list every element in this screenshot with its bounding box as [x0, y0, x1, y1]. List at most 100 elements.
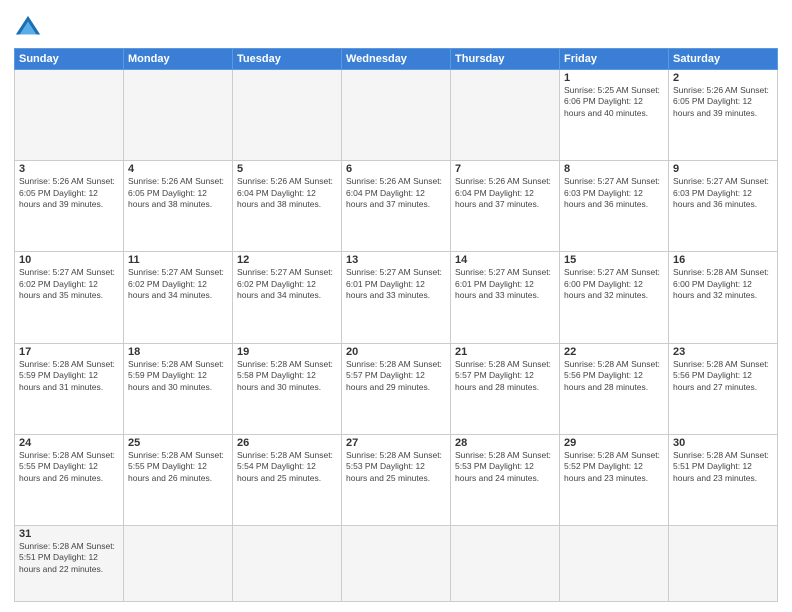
- calendar-cell: [342, 70, 451, 161]
- day-info: Sunrise: 5:27 AM Sunset: 6:01 PM Dayligh…: [346, 267, 446, 301]
- calendar-cell: 21Sunrise: 5:28 AM Sunset: 5:57 PM Dayli…: [451, 343, 560, 434]
- day-info: Sunrise: 5:27 AM Sunset: 6:03 PM Dayligh…: [564, 176, 664, 210]
- day-header-saturday: Saturday: [669, 49, 778, 70]
- calendar-week-row: 3Sunrise: 5:26 AM Sunset: 6:05 PM Daylig…: [15, 161, 778, 252]
- day-info: Sunrise: 5:28 AM Sunset: 6:00 PM Dayligh…: [673, 267, 773, 301]
- calendar-week-row: 31Sunrise: 5:28 AM Sunset: 5:51 PM Dayli…: [15, 525, 778, 601]
- calendar-cell: [233, 70, 342, 161]
- day-info: Sunrise: 5:28 AM Sunset: 5:55 PM Dayligh…: [19, 450, 119, 484]
- day-info: Sunrise: 5:27 AM Sunset: 6:02 PM Dayligh…: [128, 267, 228, 301]
- calendar-week-row: 17Sunrise: 5:28 AM Sunset: 5:59 PM Dayli…: [15, 343, 778, 434]
- calendar-cell: 5Sunrise: 5:26 AM Sunset: 6:04 PM Daylig…: [233, 161, 342, 252]
- calendar-cell: [669, 525, 778, 601]
- calendar-cell: 28Sunrise: 5:28 AM Sunset: 5:53 PM Dayli…: [451, 434, 560, 525]
- day-info: Sunrise: 5:27 AM Sunset: 6:01 PM Dayligh…: [455, 267, 555, 301]
- day-header-thursday: Thursday: [451, 49, 560, 70]
- calendar-cell: 24Sunrise: 5:28 AM Sunset: 5:55 PM Dayli…: [15, 434, 124, 525]
- day-number: 2: [673, 72, 773, 84]
- calendar-week-row: 24Sunrise: 5:28 AM Sunset: 5:55 PM Dayli…: [15, 434, 778, 525]
- day-number: 30: [673, 437, 773, 449]
- day-number: 25: [128, 437, 228, 449]
- calendar-cell: 13Sunrise: 5:27 AM Sunset: 6:01 PM Dayli…: [342, 252, 451, 343]
- day-number: 9: [673, 163, 773, 175]
- calendar-cell: 25Sunrise: 5:28 AM Sunset: 5:55 PM Dayli…: [124, 434, 233, 525]
- day-number: 1: [564, 72, 664, 84]
- calendar-cell: 7Sunrise: 5:26 AM Sunset: 6:04 PM Daylig…: [451, 161, 560, 252]
- day-info: Sunrise: 5:28 AM Sunset: 5:53 PM Dayligh…: [455, 450, 555, 484]
- day-number: 8: [564, 163, 664, 175]
- day-info: Sunrise: 5:27 AM Sunset: 6:00 PM Dayligh…: [564, 267, 664, 301]
- page: SundayMondayTuesdayWednesdayThursdayFrid…: [0, 0, 792, 612]
- day-info: Sunrise: 5:28 AM Sunset: 5:56 PM Dayligh…: [673, 359, 773, 393]
- calendar-cell: 26Sunrise: 5:28 AM Sunset: 5:54 PM Dayli…: [233, 434, 342, 525]
- day-number: 3: [19, 163, 119, 175]
- calendar-cell: 30Sunrise: 5:28 AM Sunset: 5:51 PM Dayli…: [669, 434, 778, 525]
- day-number: 18: [128, 346, 228, 358]
- calendar-cell: 3Sunrise: 5:26 AM Sunset: 6:05 PM Daylig…: [15, 161, 124, 252]
- day-number: 5: [237, 163, 337, 175]
- calendar-cell: 29Sunrise: 5:28 AM Sunset: 5:52 PM Dayli…: [560, 434, 669, 525]
- day-number: 7: [455, 163, 555, 175]
- calendar-cell: 1Sunrise: 5:25 AM Sunset: 6:06 PM Daylig…: [560, 70, 669, 161]
- day-info: Sunrise: 5:28 AM Sunset: 5:59 PM Dayligh…: [128, 359, 228, 393]
- calendar-cell: [451, 525, 560, 601]
- day-number: 19: [237, 346, 337, 358]
- day-info: Sunrise: 5:28 AM Sunset: 5:57 PM Dayligh…: [455, 359, 555, 393]
- calendar-cell: 22Sunrise: 5:28 AM Sunset: 5:56 PM Dayli…: [560, 343, 669, 434]
- calendar-cell: 19Sunrise: 5:28 AM Sunset: 5:58 PM Dayli…: [233, 343, 342, 434]
- calendar-cell: 15Sunrise: 5:27 AM Sunset: 6:00 PM Dayli…: [560, 252, 669, 343]
- day-info: Sunrise: 5:28 AM Sunset: 5:57 PM Dayligh…: [346, 359, 446, 393]
- calendar-cell: 23Sunrise: 5:28 AM Sunset: 5:56 PM Dayli…: [669, 343, 778, 434]
- day-number: 28: [455, 437, 555, 449]
- day-number: 22: [564, 346, 664, 358]
- calendar-cell: 4Sunrise: 5:26 AM Sunset: 6:05 PM Daylig…: [124, 161, 233, 252]
- day-number: 12: [237, 254, 337, 266]
- day-number: 16: [673, 254, 773, 266]
- day-info: Sunrise: 5:26 AM Sunset: 6:05 PM Dayligh…: [673, 85, 773, 119]
- calendar-cell: 27Sunrise: 5:28 AM Sunset: 5:53 PM Dayli…: [342, 434, 451, 525]
- day-number: 11: [128, 254, 228, 266]
- day-info: Sunrise: 5:27 AM Sunset: 6:03 PM Dayligh…: [673, 176, 773, 210]
- calendar-cell: [124, 525, 233, 601]
- day-info: Sunrise: 5:28 AM Sunset: 5:51 PM Dayligh…: [19, 541, 119, 575]
- day-info: Sunrise: 5:28 AM Sunset: 5:58 PM Dayligh…: [237, 359, 337, 393]
- calendar-week-row: 10Sunrise: 5:27 AM Sunset: 6:02 PM Dayli…: [15, 252, 778, 343]
- day-number: 29: [564, 437, 664, 449]
- calendar-week-row: 1Sunrise: 5:25 AM Sunset: 6:06 PM Daylig…: [15, 70, 778, 161]
- calendar-cell: 6Sunrise: 5:26 AM Sunset: 6:04 PM Daylig…: [342, 161, 451, 252]
- header: [14, 10, 778, 42]
- calendar-cell: 18Sunrise: 5:28 AM Sunset: 5:59 PM Dayli…: [124, 343, 233, 434]
- calendar-cell: 17Sunrise: 5:28 AM Sunset: 5:59 PM Dayli…: [15, 343, 124, 434]
- calendar-cell: 12Sunrise: 5:27 AM Sunset: 6:02 PM Dayli…: [233, 252, 342, 343]
- day-number: 14: [455, 254, 555, 266]
- day-header-friday: Friday: [560, 49, 669, 70]
- day-header-wednesday: Wednesday: [342, 49, 451, 70]
- day-header-tuesday: Tuesday: [233, 49, 342, 70]
- day-number: 26: [237, 437, 337, 449]
- day-info: Sunrise: 5:28 AM Sunset: 5:54 PM Dayligh…: [237, 450, 337, 484]
- day-info: Sunrise: 5:25 AM Sunset: 6:06 PM Dayligh…: [564, 85, 664, 119]
- calendar-header-row: SundayMondayTuesdayWednesdayThursdayFrid…: [15, 49, 778, 70]
- day-info: Sunrise: 5:28 AM Sunset: 5:56 PM Dayligh…: [564, 359, 664, 393]
- day-number: 24: [19, 437, 119, 449]
- day-number: 27: [346, 437, 446, 449]
- calendar-cell: [342, 525, 451, 601]
- day-info: Sunrise: 5:28 AM Sunset: 5:59 PM Dayligh…: [19, 359, 119, 393]
- day-info: Sunrise: 5:26 AM Sunset: 6:05 PM Dayligh…: [128, 176, 228, 210]
- day-info: Sunrise: 5:28 AM Sunset: 5:55 PM Dayligh…: [128, 450, 228, 484]
- day-info: Sunrise: 5:26 AM Sunset: 6:05 PM Dayligh…: [19, 176, 119, 210]
- day-info: Sunrise: 5:28 AM Sunset: 5:52 PM Dayligh…: [564, 450, 664, 484]
- calendar-cell: 31Sunrise: 5:28 AM Sunset: 5:51 PM Dayli…: [15, 525, 124, 601]
- day-number: 20: [346, 346, 446, 358]
- calendar-cell: 9Sunrise: 5:27 AM Sunset: 6:03 PM Daylig…: [669, 161, 778, 252]
- logo: [14, 14, 46, 42]
- day-number: 13: [346, 254, 446, 266]
- day-header-monday: Monday: [124, 49, 233, 70]
- day-info: Sunrise: 5:28 AM Sunset: 5:51 PM Dayligh…: [673, 450, 773, 484]
- calendar-cell: 2Sunrise: 5:26 AM Sunset: 6:05 PM Daylig…: [669, 70, 778, 161]
- day-info: Sunrise: 5:27 AM Sunset: 6:02 PM Dayligh…: [237, 267, 337, 301]
- calendar-cell: 16Sunrise: 5:28 AM Sunset: 6:00 PM Dayli…: [669, 252, 778, 343]
- calendar-cell: 20Sunrise: 5:28 AM Sunset: 5:57 PM Dayli…: [342, 343, 451, 434]
- day-info: Sunrise: 5:27 AM Sunset: 6:02 PM Dayligh…: [19, 267, 119, 301]
- day-number: 10: [19, 254, 119, 266]
